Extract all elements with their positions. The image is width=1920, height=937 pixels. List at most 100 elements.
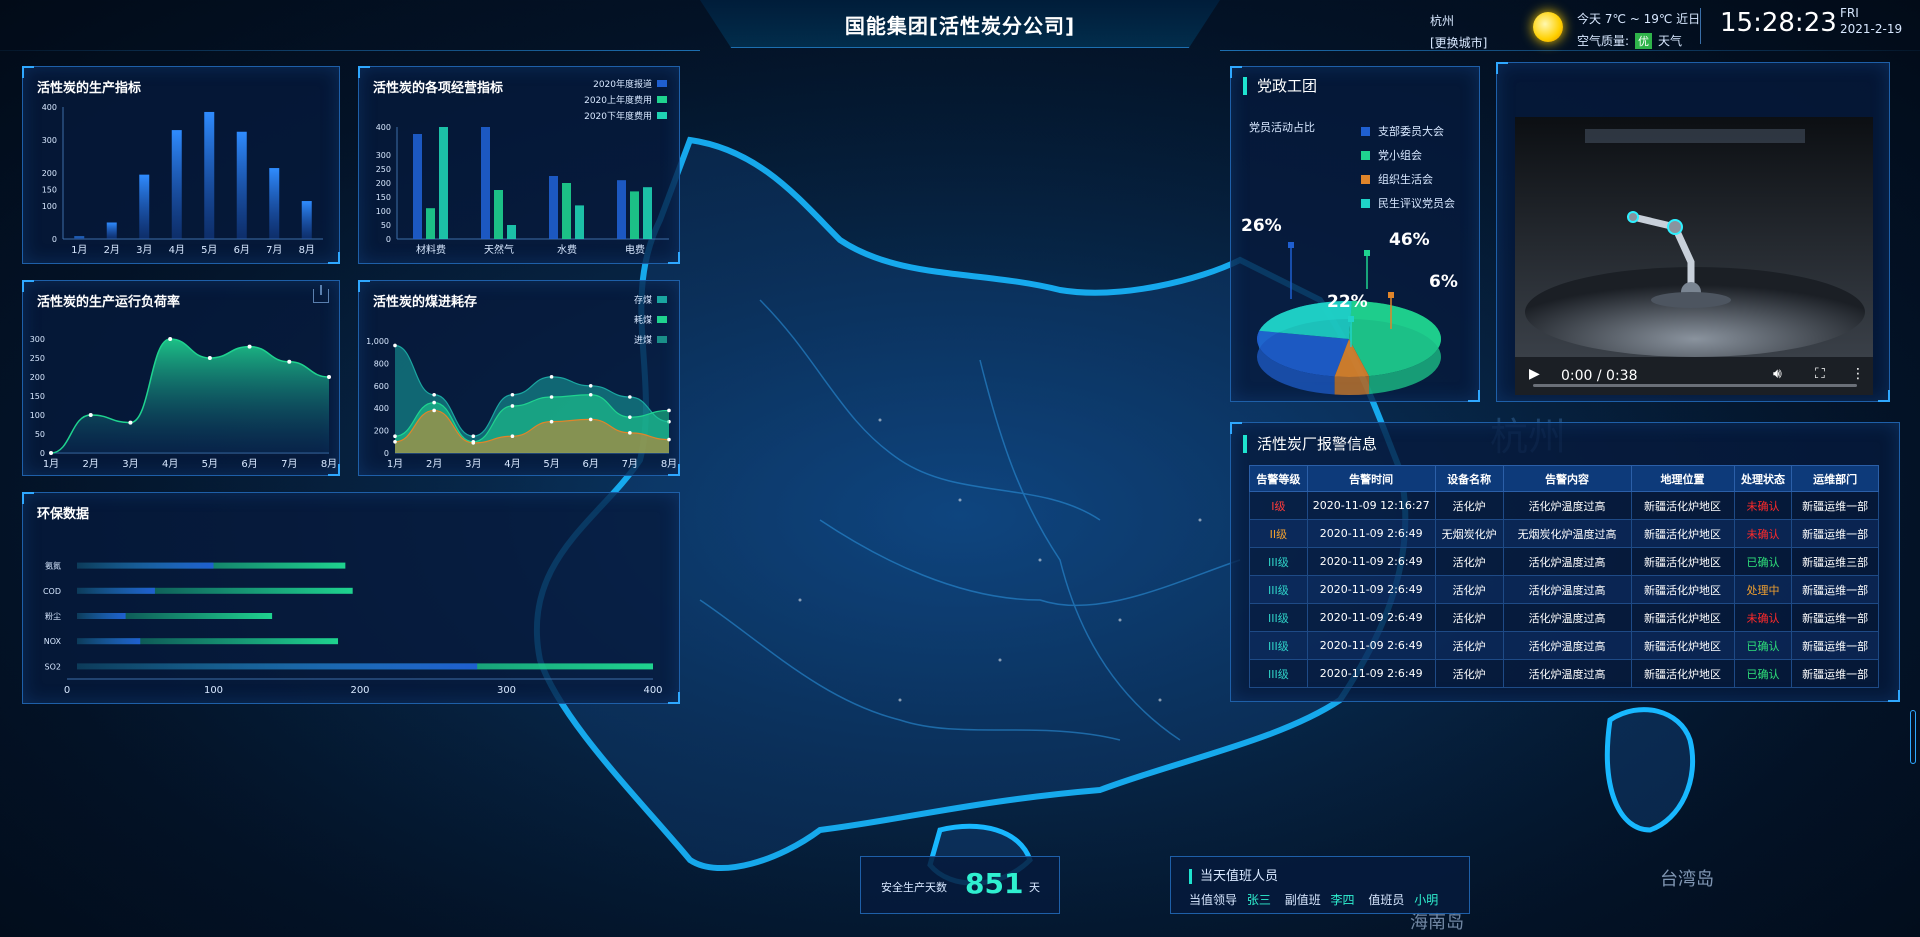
alarm-dept: 新疆运维一部	[1791, 659, 1879, 688]
x-tick-label: 5月	[543, 458, 559, 470]
x-tick-label: 3月	[136, 244, 152, 256]
bar	[630, 191, 639, 239]
x-tick-label: 8月	[321, 458, 337, 470]
y-tick-label: COD	[43, 587, 61, 596]
air-quality-label: 空气质量:	[1577, 34, 1630, 48]
alarm-device: 活化炉	[1434, 659, 1504, 688]
bar	[106, 222, 117, 239]
alarm-status: 未确认	[1733, 519, 1793, 548]
y-tick-label: 400	[374, 404, 389, 413]
duty-staff: 小明	[1414, 893, 1439, 907]
volume-icon[interactable]: 🔊︎	[1773, 366, 1782, 382]
env-chart: 0 100 200 300 400 氨氮 COD 粉尘 NOX SO2	[43, 561, 663, 696]
table-row[interactable]: I级 2020-11-09 12:16:27 活化炉 活化炉温度过高 新疆活化炉地区 未确…	[1249, 491, 1879, 520]
bar	[494, 190, 503, 239]
duty-staff-label: 值班员	[1368, 893, 1405, 907]
data-point	[628, 395, 632, 399]
y-tick-label: 200	[374, 427, 389, 436]
bar	[439, 127, 448, 239]
pie-label: 6%	[1429, 272, 1458, 292]
y-tick-label: 1,000	[366, 337, 389, 346]
alarm-content: 活化炉温度过高	[1502, 547, 1632, 576]
alarm-device: 无烟炭化炉	[1434, 519, 1504, 548]
x-tick-label: 2月	[83, 458, 99, 470]
alarm-dept: 新疆运维一部	[1791, 491, 1879, 520]
change-city-link[interactable]: [更换城市]	[1430, 34, 1487, 51]
leader-marker	[1388, 292, 1394, 298]
panel-video: ▶ 0:00 / 0:38 🔊︎ ⛶ ⋮	[1496, 62, 1890, 402]
table-row[interactable]: III级 2020-11-09 2:6:49 活化炉 活化炉温度过高 新疆活化炉地区 已确…	[1249, 631, 1879, 660]
x-tick-label: 8月	[299, 244, 315, 256]
air-quality-badge: 优	[1635, 33, 1653, 49]
bar	[301, 201, 312, 239]
data-point	[549, 375, 554, 379]
video-controls: ▶ 0:00 / 0:38 🔊︎ ⛶ ⋮	[1515, 357, 1873, 395]
x-tick-label: 天然气	[484, 243, 514, 256]
data-point	[628, 415, 632, 419]
bar	[481, 127, 490, 239]
date: 2021-2-19	[1840, 22, 1903, 36]
alarm-device: 活化炉	[1434, 631, 1504, 660]
x-tick-label: 5月	[201, 244, 217, 256]
x-tick-label: 5月	[202, 458, 218, 470]
data-point	[287, 359, 292, 364]
alarm-device: 活化炉	[1434, 575, 1504, 604]
bar	[507, 225, 516, 239]
alarm-content: 活化炉温度过高	[1502, 603, 1632, 632]
table-row[interactable]: II级 2020-11-09 2:6:49 无烟炭化炉 无烟炭化炉温度过高 新疆活化炉地…	[1249, 519, 1879, 548]
panel-load: 活性炭的生产运行负荷率 0 50 100 150 200 250 300 1月 2月 3月 4月 5月…	[22, 280, 340, 476]
weather-today: 今天 7℃ ~ 19℃ 近日	[1577, 12, 1701, 26]
col-header: 地理位置	[1630, 465, 1735, 492]
alarm-dept: 新疆运维一部	[1791, 631, 1879, 660]
robot-arm-scene	[1515, 117, 1873, 357]
x-tick-label: 1月	[387, 458, 403, 470]
data-point	[207, 356, 212, 360]
weather-link[interactable]: 天气	[1658, 34, 1682, 48]
data-point	[432, 408, 436, 413]
video-player[interactable]	[1515, 117, 1873, 357]
alarm-status: 未确认	[1733, 603, 1793, 632]
fullscreen-icon[interactable]: ⛶	[1815, 366, 1825, 382]
y-tick-label: 0	[386, 235, 391, 244]
operation-chart: 0 50 100 150 200 250 300 400 材料费 天然气 水费 电费	[376, 123, 669, 256]
pie-label: 46%	[1389, 230, 1430, 250]
table-row[interactable]: III级 2020-11-09 2:6:49 活化炉 活化炉温度过高 新疆活化炉地区 未确…	[1249, 603, 1879, 632]
city-name: 杭州	[1430, 14, 1455, 28]
alarm-status: 已确认	[1733, 547, 1793, 576]
alarm-time: 2020-11-09 2:6:49	[1306, 519, 1436, 548]
bar	[77, 613, 126, 619]
data-point	[628, 431, 632, 435]
bar	[77, 663, 478, 670]
table-row[interactable]: III级 2020-11-09 2:6:49 活化炉 活化炉温度过高 新疆活化炉地区 已确…	[1249, 659, 1879, 688]
y-tick-label: 800	[374, 359, 389, 368]
panel-operation: 活性炭的各项经营指标 2020年度报道 2020上年度费用 2020下年度费用 …	[358, 66, 680, 264]
table-row[interactable]: III级 2020-11-09 2:6:49 活化炉 活化炉温度过高 新疆活化炉地区 处理…	[1249, 575, 1879, 604]
duty-list: 当值领导 张三 副值班 李四 值班员 小明	[1189, 891, 1438, 908]
data-point	[549, 419, 554, 424]
header: 国能集团[活性炭分公司] 杭州 [更换城市] 今天 7℃ ~ 19℃ 近日 空气…	[0, 0, 1920, 51]
alarm-time: 2020-11-09 2:6:49	[1306, 659, 1436, 688]
clock-time: 15:28:23	[1720, 8, 1837, 38]
production-chart: 0 100 150 200 300 400 1月 2月 3月 4月 5月 6月 7月 8月	[42, 103, 323, 256]
alarm-dept: 新疆运维三部	[1791, 547, 1879, 576]
header-separator	[1700, 8, 1701, 44]
y-tick-label: 粉尘	[45, 611, 61, 621]
duty-vice-label: 副值班	[1284, 893, 1321, 907]
panel-env: 环保数据 0 100 200 300 400 氨氮 COD 粉尘 NOX SO2	[22, 492, 680, 704]
data-point	[588, 392, 593, 397]
y-tick-label: 100	[30, 411, 45, 420]
side-scrollbar[interactable]	[1910, 710, 1916, 764]
play-icon[interactable]: ▶	[1529, 366, 1540, 382]
y-tick-label: 300	[30, 335, 45, 344]
alarm-time: 2020-11-09 2:6:49	[1306, 547, 1436, 576]
table-row[interactable]: III级 2020-11-09 2:6:49 活化炉 活化炉温度过高 新疆活化炉地区 已确…	[1249, 547, 1879, 576]
alarm-level: III级	[1249, 603, 1308, 632]
alarm-level: I级	[1249, 491, 1308, 520]
col-header: 设备名称	[1434, 465, 1504, 492]
data-point	[588, 384, 593, 388]
alarm-level: III级	[1249, 547, 1308, 576]
video-time: 0:00 / 0:38	[1561, 368, 1638, 384]
leader-marker	[1364, 250, 1370, 256]
video-progress-bar[interactable]	[1533, 384, 1857, 387]
more-icon[interactable]: ⋮	[1851, 366, 1865, 382]
